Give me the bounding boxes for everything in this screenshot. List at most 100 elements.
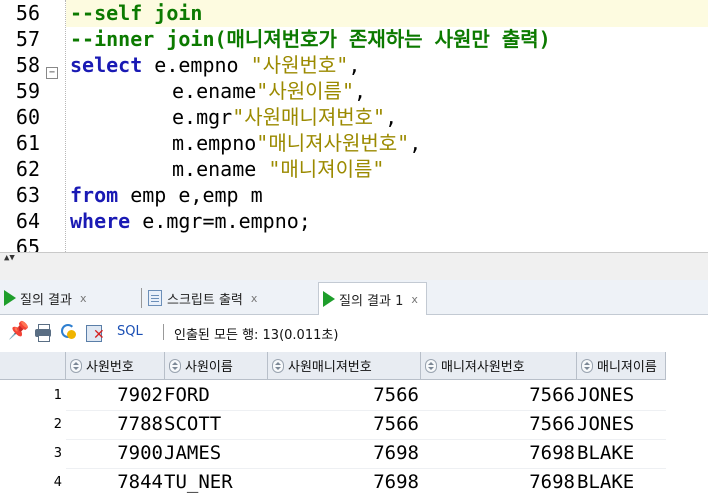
- string-literal: "사원매니져번호": [232, 105, 386, 129]
- code-text: e.mgr=m.empno;: [130, 209, 311, 233]
- print-icon[interactable]: [34, 323, 52, 342]
- cell-empno[interactable]: 7902: [66, 381, 163, 410]
- collapse-arrows-icon[interactable]: ▲▼: [4, 254, 15, 263]
- refresh-icon[interactable]: [60, 323, 78, 341]
- sort-icon[interactable]: [272, 358, 284, 373]
- code-text: e.empno: [142, 53, 251, 77]
- sql-button[interactable]: SQL: [117, 324, 143, 339]
- results-grid[interactable]: 사원번호 사원이름 사원매니져번호 매니져사원번호 매니져이름 1 7902 F…: [0, 350, 708, 499]
- cell-mgr[interactable]: 7698: [268, 468, 419, 497]
- code-line[interactable]: --inner join(매니져번호가 존재하는 사원만 출력): [70, 26, 551, 52]
- column-header-label: 매니져이름: [597, 360, 657, 375]
- cell-mgr[interactable]: 7698: [268, 439, 419, 468]
- line-number: 56: [15, 1, 40, 25]
- sort-icon[interactable]: [581, 358, 593, 373]
- sql-keyword: select: [70, 53, 143, 77]
- results-toolbar: 📌 ✕ SQL 인출된 모든 행: 13(0.011초): [0, 315, 708, 349]
- cell-ename[interactable]: TU_NER: [164, 468, 267, 497]
- table-row[interactable]: 1 7902 FORD 7566 7566 JONES: [0, 381, 708, 410]
- column-header[interactable]: 사원매니져번호: [268, 352, 421, 380]
- tab-query-result[interactable]: 질의 결과 x: [4, 283, 87, 313]
- pin-icon[interactable]: 📌: [8, 321, 29, 341]
- close-tab-icon[interactable]: x: [80, 292, 87, 305]
- cell-manager-empno[interactable]: 7698: [421, 468, 575, 497]
- code-text: e.mgr: [172, 105, 233, 129]
- close-tab-icon[interactable]: x: [251, 292, 258, 305]
- code-line[interactable]: where e.mgr=m.empno;: [70, 208, 311, 234]
- table-row[interactable]: 4 7844 TU_NER 7698 7698 BLAKE: [0, 468, 708, 497]
- cell-empno[interactable]: 7788: [66, 410, 163, 439]
- line-number: 61: [15, 131, 40, 155]
- fetch-status-text: 인출된 모든 행: 13(0.011초): [174, 328, 339, 343]
- cell-manager-empno[interactable]: 7566: [421, 381, 575, 410]
- cell-mgr[interactable]: 7566: [268, 410, 419, 439]
- toolbar-separator: [163, 324, 164, 340]
- code-line[interactable]: select e.empno "사원번호",: [70, 52, 360, 78]
- cell-ename[interactable]: SCOTT: [164, 410, 267, 439]
- column-header[interactable]: 매니져이름: [577, 352, 666, 380]
- column-header[interactable]: 매니져사원번호: [421, 352, 577, 380]
- column-header-label: 사원매니져번호: [288, 360, 372, 375]
- cell-manager-empno[interactable]: 7566: [421, 410, 575, 439]
- sort-icon[interactable]: [169, 358, 181, 373]
- cell-manager-name[interactable]: BLAKE: [577, 468, 666, 497]
- cell-empno[interactable]: 7844: [66, 468, 163, 497]
- sql-keyword: from: [70, 183, 119, 207]
- line-number: 64: [15, 209, 40, 233]
- column-header[interactable]: 사원이름: [165, 352, 268, 380]
- tab-script-output[interactable]: 스크립트 출력 x: [148, 283, 257, 313]
- fold-collapse-icon[interactable]: −: [46, 67, 58, 79]
- line-number: 58: [15, 53, 40, 77]
- tab-label: 스크립트 출력: [167, 292, 243, 308]
- results-tab-bar: 질의 결과 x 스크립트 출력 x 질의 결과 1 x: [0, 280, 708, 315]
- string-literal: "매니져사원번호": [256, 131, 410, 155]
- code-line[interactable]: e.mgr"사원매니져번호",: [172, 104, 397, 130]
- cell-manager-empno[interactable]: 7698: [421, 439, 575, 468]
- row-number-header: [0, 352, 66, 380]
- code-line[interactable]: m.ename "매니져이름": [172, 156, 384, 182]
- code-line[interactable]: from emp e,emp m: [70, 182, 263, 208]
- code-text: ,: [409, 131, 422, 155]
- sql-keyword: where: [70, 209, 131, 233]
- tab-query-result-1[interactable]: 질의 결과 1 x: [318, 282, 427, 315]
- close-tab-icon[interactable]: x: [411, 293, 418, 306]
- code-text: ,: [385, 105, 398, 129]
- sql-editor[interactable]: 56 57 58 59 60 61 62 63 64 65 − --self j…: [0, 0, 708, 252]
- column-header[interactable]: 사원번호: [66, 352, 165, 380]
- line-number: 60: [15, 105, 40, 129]
- row-number: 3: [53, 446, 62, 461]
- export-icon[interactable]: ✕: [86, 323, 105, 342]
- cell-manager-name[interactable]: JONES: [577, 410, 666, 439]
- code-text: e.ename: [172, 79, 257, 103]
- column-header-label: 사원번호: [86, 360, 134, 375]
- string-literal: "사원이름": [256, 79, 354, 103]
- column-header-label: 매니져사원번호: [441, 360, 525, 375]
- cell-manager-name[interactable]: BLAKE: [577, 439, 666, 468]
- script-icon: [148, 290, 162, 306]
- code-line[interactable]: --self join: [70, 0, 202, 26]
- sort-icon[interactable]: [70, 358, 82, 373]
- cell-mgr[interactable]: 7566: [268, 381, 419, 410]
- cell-manager-name[interactable]: JONES: [577, 381, 666, 410]
- string-literal: "사원번호": [250, 53, 349, 77]
- code-text: m.ename: [172, 157, 269, 181]
- code-text: ,: [348, 53, 361, 77]
- line-number: 57: [15, 27, 40, 51]
- code-text: emp e,emp m: [118, 183, 263, 207]
- line-number: 65: [15, 235, 40, 252]
- tab-label: 질의 결과 1: [339, 293, 404, 309]
- tab-separator: [141, 288, 142, 308]
- table-row[interactable]: 2 7788 SCOTT 7566 7566 JONES: [0, 410, 708, 439]
- table-row[interactable]: 3 7900 JAMES 7698 7698 BLAKE: [0, 439, 708, 468]
- cell-empno[interactable]: 7900: [66, 439, 163, 468]
- line-number: 59: [15, 79, 40, 103]
- cell-ename[interactable]: JAMES: [164, 439, 267, 468]
- sort-icon[interactable]: [425, 358, 437, 373]
- code-line[interactable]: m.empno"매니져사원번호",: [172, 130, 421, 156]
- line-number: 62: [15, 157, 40, 181]
- code-text: ,: [353, 79, 367, 103]
- split-pane-divider[interactable]: ▲▼: [0, 252, 708, 281]
- string-literal: "매니져이름": [268, 157, 385, 181]
- code-line[interactable]: e.ename"사원이름",: [172, 78, 366, 104]
- cell-ename[interactable]: FORD: [164, 381, 267, 410]
